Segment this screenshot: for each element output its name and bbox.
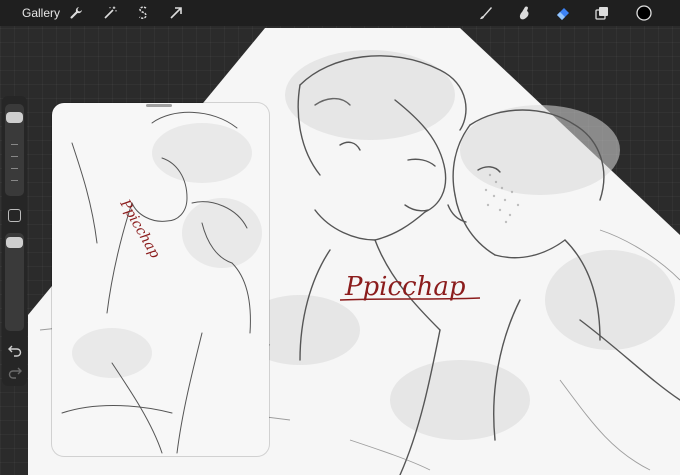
opacity-knob[interactable] <box>6 237 23 248</box>
brush-icon[interactable] <box>476 3 496 23</box>
size-tick <box>11 144 18 145</box>
transform-arrow-icon[interactable] <box>166 3 186 23</box>
selection-s-icon[interactable] <box>133 3 153 23</box>
size-tick <box>11 180 18 181</box>
magic-wand-icon[interactable] <box>100 3 120 23</box>
brush-size-slider[interactable] <box>5 104 24 196</box>
layers-icon[interactable] <box>592 3 612 23</box>
smudge-icon[interactable] <box>514 3 534 23</box>
watermark-signature: Ppicchap <box>344 272 466 302</box>
opacity-slider[interactable] <box>5 233 24 331</box>
color-swatch[interactable] <box>634 3 654 23</box>
modify-button[interactable] <box>8 209 21 222</box>
reference-drag-handle[interactable] <box>146 104 172 107</box>
reference-image: Ppicchap <box>61 111 262 454</box>
redo-button[interactable] <box>6 366 23 380</box>
brush-size-knob[interactable] <box>6 112 23 123</box>
eraser-icon[interactable] <box>553 3 573 23</box>
top-toolbar: Gallery <box>0 0 680 26</box>
reference-window[interactable]: Ppicchap <box>52 103 269 456</box>
undo-button[interactable] <box>6 344 23 358</box>
wrench-icon[interactable] <box>66 3 86 23</box>
size-tick <box>11 168 18 169</box>
gallery-button[interactable]: Gallery <box>22 6 60 20</box>
sidebar-controls <box>2 96 27 386</box>
reference-watermark: Ppicchap <box>116 196 163 261</box>
size-tick <box>11 156 18 157</box>
